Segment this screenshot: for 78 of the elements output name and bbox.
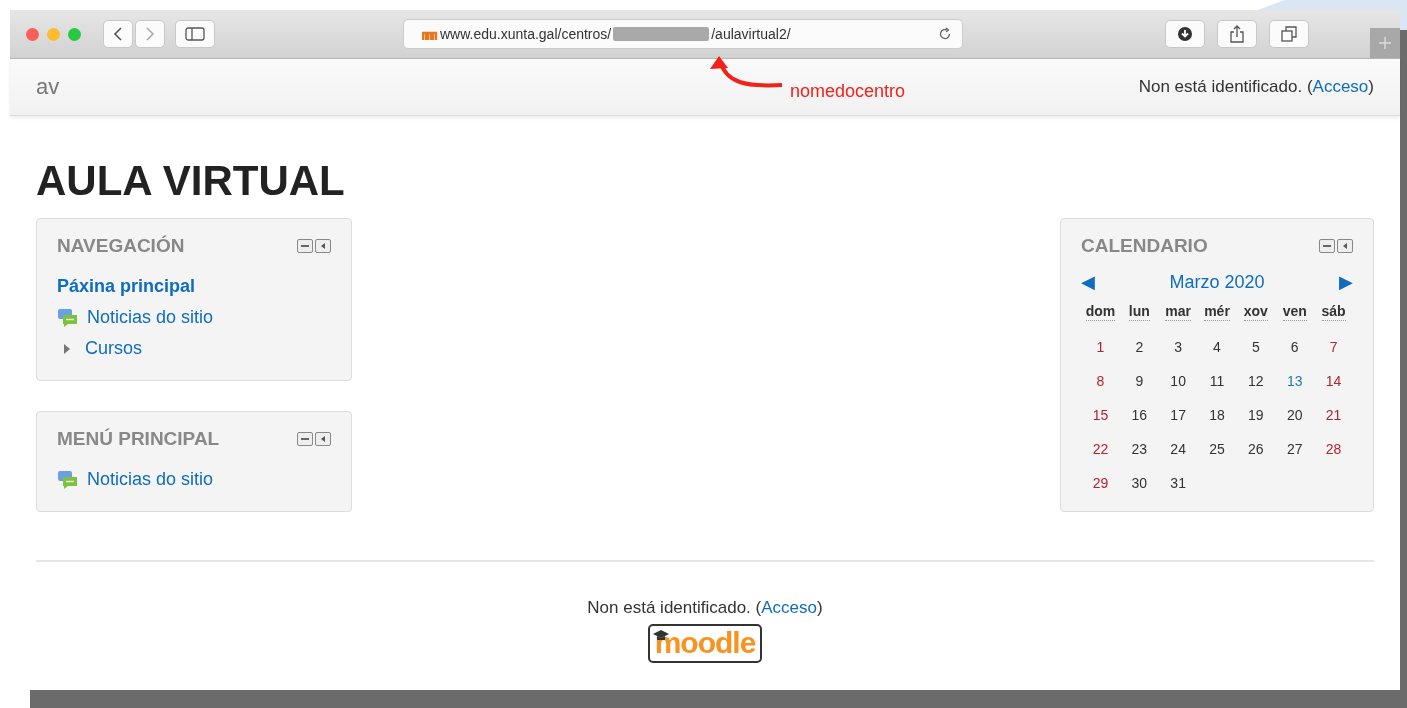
download-button[interactable]	[1165, 20, 1205, 48]
nav-link[interactable]: Noticias do sitio	[87, 307, 214, 329]
calendar-day: 18	[1209, 405, 1225, 426]
calendar-day: 31	[1170, 473, 1186, 494]
calendar-day: 14	[1325, 371, 1342, 392]
calendar-day: 25	[1209, 439, 1225, 460]
dock-icon[interactable]	[315, 432, 331, 447]
calendar-day: 24	[1170, 439, 1186, 460]
nav-link[interactable]: Noticias do sitio	[87, 469, 214, 491]
calendar-day: 19	[1248, 405, 1264, 426]
calendar-day: 12	[1248, 371, 1264, 392]
reload-icon[interactable]	[938, 27, 952, 41]
annotation-label: nomedocentro	[790, 81, 906, 102]
weekday-label: ven	[1282, 303, 1307, 322]
calendar-day: 23	[1131, 439, 1148, 460]
calendar-day: 4	[1213, 337, 1221, 358]
site-brand[interactable]: av	[36, 74, 60, 100]
calendar-day: 6	[1290, 337, 1299, 358]
calendar-day: 7	[1329, 337, 1338, 358]
calendar-day: 29	[1092, 473, 1109, 494]
collapse-icon[interactable]	[1319, 239, 1335, 254]
login-link[interactable]: Acceso	[761, 598, 817, 618]
weekday-label: dom	[1085, 303, 1116, 322]
sidebar-button[interactable]	[175, 20, 215, 48]
calendar-day: 9	[1135, 371, 1144, 392]
collapse-icon[interactable]	[297, 432, 313, 447]
login-status: Non está identificado. (Acceso)	[1138, 77, 1374, 97]
back-button[interactable]	[103, 20, 133, 48]
tabs-button[interactable]	[1269, 20, 1309, 48]
calendar-day: 27	[1286, 439, 1303, 460]
calendar-day: 11	[1209, 371, 1225, 392]
calendar-day: 5	[1251, 337, 1260, 358]
calendar-day: 15	[1092, 405, 1109, 426]
calendar-day: 21	[1325, 405, 1342, 426]
calendar-day: 2	[1135, 337, 1144, 358]
share-button[interactable]	[1217, 20, 1257, 48]
calendar-day: 30	[1131, 473, 1148, 494]
chevron-left-icon	[113, 27, 123, 41]
calendar-day: 1	[1096, 337, 1105, 358]
previous-month-button[interactable]: ◀	[1081, 271, 1095, 294]
plus-icon	[1378, 36, 1392, 50]
collapse-icon[interactable]	[297, 239, 313, 254]
weekday-label: mér	[1204, 303, 1230, 322]
dock-icon[interactable]	[1337, 239, 1353, 254]
close-window-button[interactable]	[26, 27, 39, 41]
calendar-day: 16	[1131, 405, 1148, 426]
calendar-day: 3	[1174, 337, 1183, 358]
calendar-day: 28	[1325, 439, 1342, 460]
calendar-day: 10	[1170, 371, 1186, 392]
sidebar-icon	[185, 27, 205, 41]
login-status: Non está identificado. (Acceso)	[587, 598, 823, 619]
dock-icon[interactable]	[315, 239, 331, 254]
calendar-day: 13	[1286, 371, 1303, 392]
weekday-label: sáb	[1321, 303, 1346, 322]
address-bar[interactable]: www.edu.xunta.gal/centros/ /aulavirtual2/	[403, 19, 963, 49]
calendar-day: 22	[1092, 439, 1109, 460]
next-month-button[interactable]: ▶	[1339, 271, 1353, 294]
chat-icon	[57, 469, 79, 490]
page-title: AULA VIRTUAL	[36, 158, 346, 205]
calendar-day: 17	[1170, 405, 1186, 426]
login-link[interactable]: Acceso	[1312, 77, 1369, 96]
calendar-day: 26	[1248, 439, 1264, 460]
download-icon	[1177, 26, 1193, 42]
weekday-label: mar	[1165, 303, 1191, 322]
chat-icon	[57, 307, 79, 328]
nav-link[interactable]: Páxina principal	[57, 276, 196, 298]
weekday-label: xov	[1243, 303, 1268, 322]
block-title: CALENDARIO	[1081, 235, 1208, 258]
block-title: NAVEGACIÓN	[57, 235, 185, 258]
weekday-label: lun	[1128, 303, 1150, 322]
nav-link[interactable]: Cursos	[85, 338, 142, 360]
tabs-icon	[1281, 26, 1297, 42]
block-title: MENÚ PRINCIPAL	[57, 428, 220, 451]
share-icon	[1230, 25, 1244, 43]
chevron-right-icon	[145, 27, 155, 41]
calendar-day: 20	[1286, 405, 1303, 426]
month-link[interactable]: Marzo 2020	[1169, 271, 1265, 293]
calendar-day: 8	[1096, 371, 1105, 392]
